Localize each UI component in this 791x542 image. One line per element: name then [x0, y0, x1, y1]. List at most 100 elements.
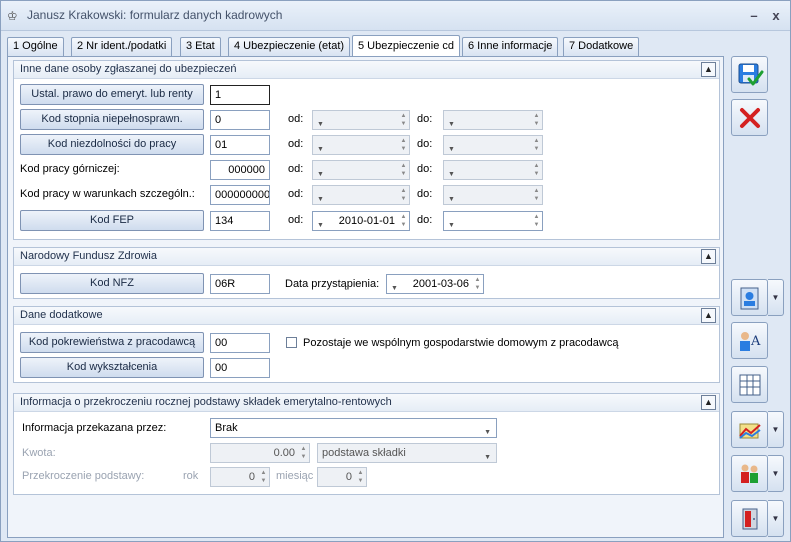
prawo-emerytury-button[interactable]: Ustal. prawo do emeryt. lub renty: [20, 84, 204, 105]
chevron-down-icon: ▼: [448, 171, 455, 178]
spinner-icon[interactable]: ▲ ▼: [399, 213, 408, 229]
tab-ubezpieczenie-etat[interactable]: 4 Ubezpieczenie (etat): [228, 37, 351, 56]
kod-pokrewienstwa-field[interactable]: 00: [210, 333, 270, 353]
people-icon: [741, 464, 758, 483]
chart-icon: [739, 423, 761, 439]
wspolne-gospodarstwo-checkbox[interactable]: [286, 337, 297, 348]
miesiac-field: 0 ▲ ▼: [317, 467, 367, 487]
niezdolnosc-field[interactable]: 01: [210, 135, 270, 155]
group-header: Narodowy Fundusz Zdrowia ▲: [14, 248, 719, 266]
collapse-icon[interactable]: ▲: [701, 308, 716, 323]
table-button[interactable]: [731, 366, 768, 403]
cancel-x-icon: [740, 108, 760, 128]
kod-fep-field[interactable]: 134: [210, 211, 270, 231]
door-exit-button[interactable]: [731, 500, 768, 537]
do-label: do:: [417, 138, 433, 150]
stopien-niepelnosprawnosci-field[interactable]: 0: [210, 110, 270, 130]
chevron-down-icon: ▼: [317, 121, 324, 128]
collapse-icon[interactable]: ▲: [701, 249, 716, 264]
chart-dropdown[interactable]: ▼: [768, 411, 784, 448]
spinner-icon: ▲ ▼: [400, 113, 407, 127]
data-przystapienia-label: Data przystąpienia:: [285, 278, 380, 290]
prawo-emerytury-field[interactable]: 1: [210, 85, 270, 105]
niepelnospr-do-field: ▼ ▲ ▼: [443, 110, 543, 130]
save-button[interactable]: [731, 56, 768, 93]
chevron-down-icon: ▼: [448, 121, 455, 128]
group-title: Informacja o przekroczeniu rocznej podst…: [20, 396, 392, 408]
praca-gornicza-field[interactable]: 000000: [210, 160, 270, 180]
do-label: do:: [417, 113, 433, 125]
spinner-icon: ▲ ▼: [300, 446, 307, 460]
data-przystapienia-field[interactable]: ▼ 2001-03-06 ▲ ▼: [386, 274, 484, 294]
kwota-field: 0.00 ▲ ▼: [210, 443, 310, 463]
group-nfz: Narodowy Fundusz Zdrowia ▲ Kod NFZ 06R D…: [13, 247, 720, 299]
collapse-icon[interactable]: ▲: [701, 62, 716, 77]
group-header: Dane dodatkowe ▲: [14, 307, 719, 325]
cancel-button[interactable]: [731, 99, 768, 136]
collapse-icon[interactable]: ▲: [701, 395, 716, 410]
group-header: Inne dane osoby zgłaszanej do ubezpiecze…: [14, 61, 719, 79]
kod-nfz-button[interactable]: Kod NFZ: [20, 273, 204, 294]
podstawa-value: podstawa składki: [322, 447, 406, 459]
fep-od-date[interactable]: ▼ 2010-01-01 ▲ ▼: [312, 211, 410, 231]
chevron-down-icon: ▼: [448, 196, 455, 203]
tab-nr-ident[interactable]: 2 Nr ident./podatki: [71, 37, 173, 56]
chevron-down-icon[interactable]: ▼: [317, 217, 324, 230]
window-title: Janusz Krakowski: formularz danych kadro…: [27, 8, 283, 22]
person-card-dropdown[interactable]: ▼: [768, 279, 784, 316]
chevron-down-icon[interactable]: ▼: [391, 280, 398, 293]
group-title: Dane dodatkowe: [20, 309, 103, 321]
spinner-icon[interactable]: ▲ ▼: [532, 213, 541, 229]
spinner-icon: ▲ ▼: [533, 163, 540, 177]
tab-ubezpieczenie-cd[interactable]: 5 Ubezpieczenie cd: [352, 35, 461, 58]
chevron-down-icon[interactable]: ▼: [448, 217, 455, 230]
minimize-button[interactable]: –: [745, 7, 763, 25]
app-icon: ♔: [7, 9, 18, 23]
kod-fep-button[interactable]: Kod FEP: [20, 210, 204, 231]
rok-field: 0 ▲ ▼: [210, 467, 270, 487]
tab-content: Inne dane osoby zgłaszanej do ubezpiecze…: [7, 56, 724, 538]
przekroczenie-label: Przekroczenie podstawy:: [22, 470, 145, 482]
tab-dodatkowe[interactable]: 7 Dodatkowe: [563, 37, 640, 56]
kod-pokrewienstwa-button[interactable]: Kod pokrewieństwa z pracodawcą: [20, 332, 204, 353]
group-title: Inne dane osoby zgłaszanej do ubezpiecze…: [20, 63, 237, 75]
warunki-szczegolne-field[interactable]: 000000000: [210, 185, 270, 205]
spelling-button[interactable]: A: [731, 322, 768, 359]
people-dropdown[interactable]: ▼: [768, 455, 784, 492]
chevron-down-icon[interactable]: ▼: [484, 424, 491, 437]
informacja-przekazana-select[interactable]: Brak ▼: [210, 418, 497, 438]
kwota-label: Kwota:: [22, 447, 56, 459]
niepelnospr-od-field: ▼ ▲ ▼: [312, 110, 410, 130]
do-label: do:: [417, 214, 433, 226]
kod-wyksztalcenia-field[interactable]: 00: [210, 358, 270, 378]
chevron-down-icon: ▼: [484, 454, 491, 461]
chevron-down-icon: ▼: [317, 196, 324, 203]
group-przekroczenie: Informacja o przekroczeniu rocznej podst…: [13, 393, 720, 495]
miesiac-value: 0: [345, 471, 352, 483]
warunki-od-field: ▼ ▲ ▼: [312, 185, 410, 205]
door-exit-dropdown[interactable]: ▼: [768, 500, 784, 537]
person-card-icon: [740, 287, 759, 310]
spinner-icon: ▲ ▼: [533, 188, 540, 202]
close-button[interactable]: x: [767, 7, 785, 25]
praca-gornicza-label: Kod pracy górniczej:: [20, 163, 120, 175]
tab-etat[interactable]: 3 Etat: [180, 37, 221, 56]
chart-button[interactable]: [731, 411, 768, 448]
person-card-button[interactable]: [731, 279, 768, 316]
people-button[interactable]: [731, 455, 768, 492]
chevron-down-icon: ▼: [448, 146, 455, 153]
kod-nfz-field[interactable]: 06R: [210, 274, 270, 294]
od-label: od:: [288, 113, 304, 125]
tab-inne-informacje[interactable]: 6 Inne informacje: [462, 37, 559, 56]
tab-ogolne[interactable]: 1 Ogólne: [7, 37, 64, 56]
group-inne-dane: Inne dane osoby zgłaszanej do ubezpiecze…: [13, 60, 720, 240]
kod-wyksztalcenia-button[interactable]: Kod wykształcenia: [20, 357, 204, 378]
od-label: od:: [288, 188, 304, 200]
spinner-icon: ▲ ▼: [400, 138, 407, 152]
spinner-icon[interactable]: ▲ ▼: [473, 276, 482, 292]
stopien-niepelnosprawnosci-button[interactable]: Kod stopnia niepełnosprawn.: [20, 109, 204, 130]
niezdolnosc-button[interactable]: Kod niezdolności do pracy: [20, 134, 204, 155]
warunki-do-field: ▼ ▲ ▼: [443, 185, 543, 205]
fep-do-date[interactable]: ▼ ▲ ▼: [443, 211, 543, 231]
group-header: Informacja o przekroczeniu rocznej podst…: [14, 394, 719, 412]
